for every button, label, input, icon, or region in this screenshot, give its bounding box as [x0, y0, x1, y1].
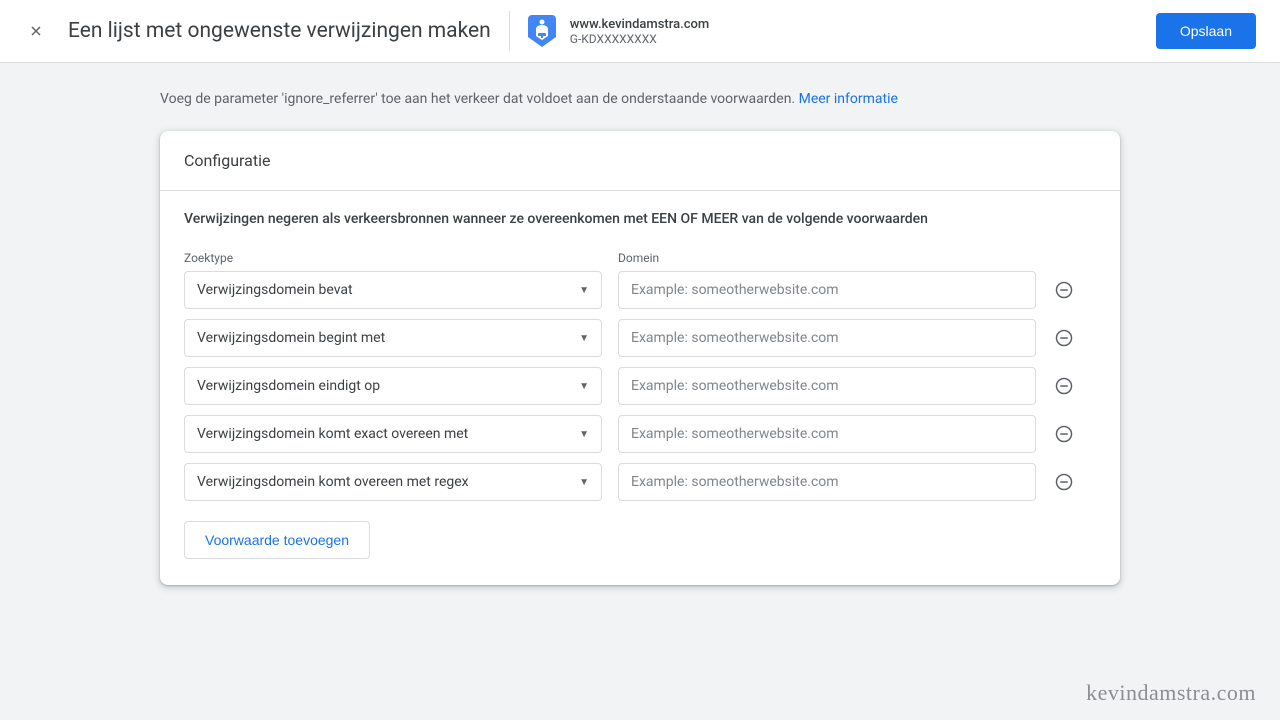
watermark: kevindamstra.com [1086, 680, 1256, 706]
remove-condition-button[interactable] [1052, 278, 1076, 302]
remove-condition-button[interactable] [1052, 422, 1076, 446]
remove-condition-button[interactable] [1052, 326, 1076, 350]
card-title: Configuratie [160, 131, 1120, 191]
help-text: Voeg de parameter 'ignore_referrer' toe … [160, 91, 1120, 107]
remove-icon [1054, 280, 1074, 300]
remove-icon [1054, 376, 1074, 396]
match-type-value: Verwijzingsdomein komt overeen met regex [197, 474, 469, 490]
match-type-select[interactable]: Verwijzingsdomein bevat ▼ [184, 271, 602, 309]
caret-down-icon: ▼ [579, 429, 589, 440]
match-type-value: Verwijzingsdomein komt exact overeen met [197, 426, 468, 442]
remove-icon [1054, 424, 1074, 444]
content-area: Voeg de parameter 'ignore_referrer' toe … [0, 63, 1280, 585]
remove-condition-button[interactable] [1052, 470, 1076, 494]
tag-icon [528, 15, 556, 47]
domain-input[interactable] [618, 319, 1036, 357]
remove-condition-button[interactable] [1052, 374, 1076, 398]
add-condition-button[interactable]: Voorwaarde toevoegen [184, 521, 370, 559]
property-domain: www.kevindamstra.com [570, 17, 709, 32]
condition-row: Verwijzingsdomein komt overeen met regex… [184, 463, 1096, 501]
condition-row: Verwijzingsdomein komt exact overeen met… [184, 415, 1096, 453]
caret-down-icon: ▼ [579, 333, 589, 344]
domain-input[interactable] [618, 463, 1036, 501]
remove-icon [1054, 328, 1074, 348]
property-id: G-KDXXXXXXXX [570, 32, 709, 46]
match-type-select[interactable]: Verwijzingsdomein begint met ▼ [184, 319, 602, 357]
save-button[interactable]: Opslaan [1156, 13, 1256, 49]
domain-input[interactable] [618, 271, 1036, 309]
card-instruction: Verwijzingen negeren als verkeersbronnen… [184, 211, 1096, 227]
match-type-select[interactable]: Verwijzingsdomein komt overeen met regex… [184, 463, 602, 501]
caret-down-icon: ▼ [579, 477, 589, 488]
page-header: Een lijst met ongewenste verwijzingen ma… [0, 0, 1280, 63]
domain-input[interactable] [618, 367, 1036, 405]
match-type-select[interactable]: Verwijzingsdomein komt exact overeen met… [184, 415, 602, 453]
condition-row: Verwijzingsdomein begint met ▼ [184, 319, 1096, 357]
match-type-value: Verwijzingsdomein begint met [197, 330, 385, 346]
remove-icon [1054, 472, 1074, 492]
condition-row: Verwijzingsdomein eindigt op ▼ [184, 367, 1096, 405]
close-icon [28, 23, 44, 39]
match-type-value: Verwijzingsdomein bevat [197, 282, 353, 298]
help-link[interactable]: Meer informatie [799, 91, 898, 107]
caret-down-icon: ▼ [579, 285, 589, 296]
match-type-select[interactable]: Verwijzingsdomein eindigt op ▼ [184, 367, 602, 405]
close-button[interactable] [24, 19, 48, 43]
page-title: Een lijst met ongewenste verwijzingen ma… [68, 19, 491, 43]
caret-down-icon: ▼ [579, 381, 589, 392]
label-domein: Domein [618, 251, 1036, 265]
match-type-value: Verwijzingsdomein eindigt op [197, 378, 380, 394]
label-zoektype: Zoektype [184, 251, 602, 265]
domain-input[interactable] [618, 415, 1036, 453]
help-text-body: Voeg de parameter 'ignore_referrer' toe … [160, 91, 799, 107]
property-block: www.kevindamstra.com G-KDXXXXXXXX [509, 11, 709, 51]
config-card: Configuratie Verwijzingen negeren als ve… [160, 131, 1120, 585]
condition-row: Verwijzingsdomein bevat ▼ [184, 271, 1096, 309]
